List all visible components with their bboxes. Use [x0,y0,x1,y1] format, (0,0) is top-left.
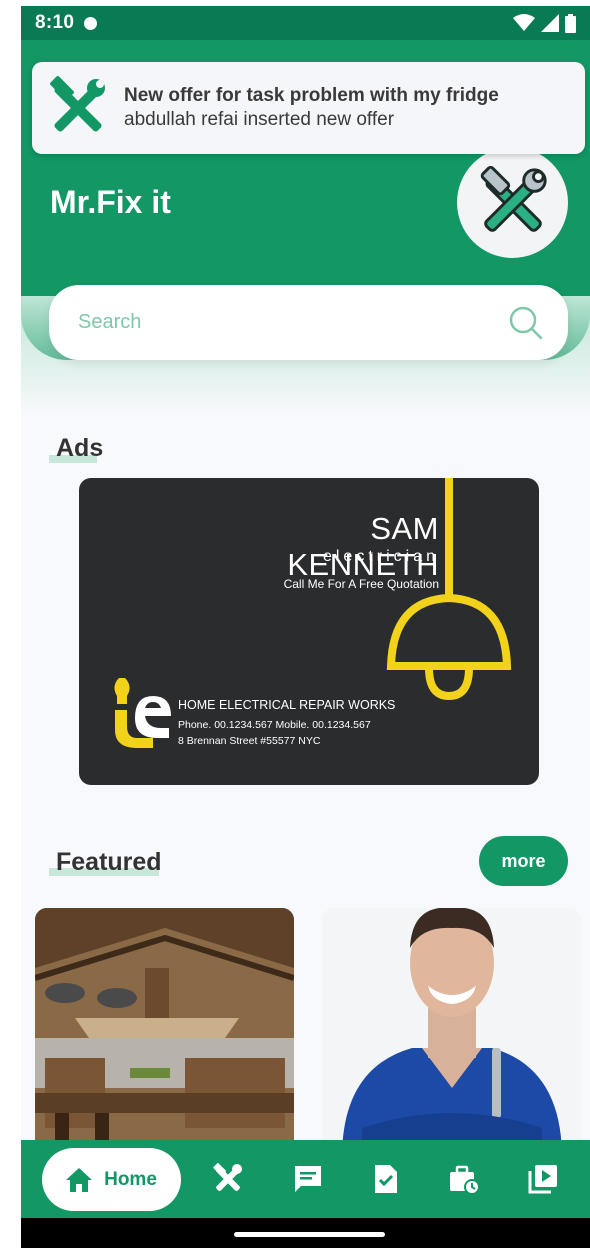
tools-notification-icon [50,76,105,132]
notification-dot-icon [84,16,98,30]
tools-logo-icon [480,165,547,232]
lamp-icon [386,478,512,701]
tools-icon[interactable] [212,1163,244,1195]
notification-banner[interactable]: New offer for task problem with my fridg… [32,62,585,154]
ad-address: 8 Brennan Street #55577 NYC [178,735,321,747]
app-screen: 8:10 Mr.Fix it Search New offer for task… [21,6,590,1248]
ad-banner[interactable]: SAM KENNETH electrician Call Me For A Fr… [79,478,539,785]
work-history-icon[interactable] [448,1163,480,1195]
app-logo [457,147,568,258]
featured-section-title: Featured [56,848,162,876]
ad-company: HOME ELECTRICAL REPAIR WORKS [178,698,396,712]
electrician-logo-icon [114,678,171,748]
wifi-icon [513,14,535,31]
task-check-icon[interactable] [370,1163,402,1195]
nav-home[interactable]: Home [42,1148,181,1211]
home-gesture-handle[interactable] [234,1232,385,1237]
search-icon[interactable] [508,305,544,341]
ad-phone: Phone. 00.1234.567 Mobile. 00.1234.567 [178,719,371,731]
status-bar: 8:10 [21,6,590,40]
app-title: Mr.Fix it [50,184,171,220]
search-bar[interactable] [49,285,568,360]
gesture-bar [21,1218,590,1248]
notification-title: New offer for task problem with my fridg… [124,85,499,106]
chat-icon[interactable] [292,1163,324,1195]
status-time: 8:10 [35,12,75,33]
search-input[interactable] [78,311,508,334]
kitchen-image [35,908,294,1158]
video-library-icon[interactable] [527,1163,559,1195]
technician-image [322,908,581,1158]
battery-icon [565,13,576,33]
bottom-navigation: Home [21,1140,590,1218]
more-button[interactable]: more [479,836,568,886]
home-icon [66,1167,93,1192]
featured-card-technician[interactable] [322,908,581,1158]
ads-section-title: Ads [56,434,104,462]
notification-body: abdullah refai inserted new offer [124,109,395,130]
signal-icon [541,14,559,32]
featured-card-kitchen[interactable] [35,908,294,1158]
nav-home-label: Home [104,1168,157,1190]
